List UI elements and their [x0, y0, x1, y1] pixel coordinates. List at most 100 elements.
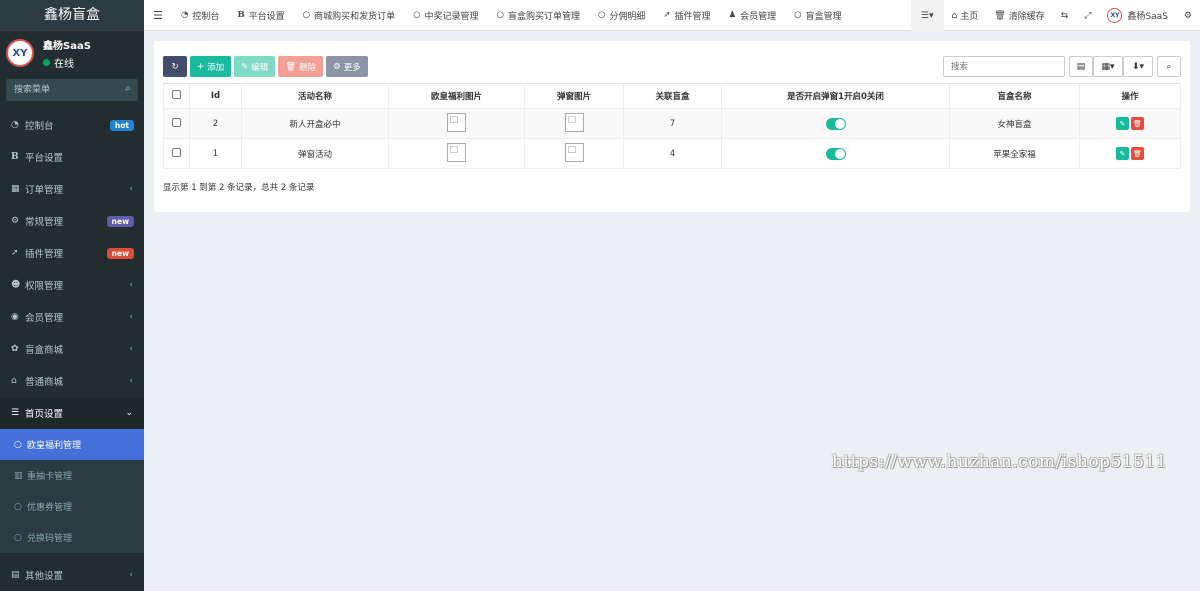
search-icon[interactable]: ⌕ [125, 83, 131, 94]
calculator-icon: ▦ [11, 184, 20, 194]
sidebar-item-blindbox-mall[interactable]: ✿ 盲盒商城 ‹ [0, 333, 144, 365]
menu-search-input[interactable] [6, 79, 138, 101]
cell-popup-image [524, 138, 624, 169]
table-row: 2 新人开盒必中 7 女神盲盒 ✎ 🗑 [163, 108, 1181, 139]
sidebar-item-dashboard[interactable]: ◔ 控制台 hot [0, 109, 144, 141]
sidebar-subitem-welfare[interactable]: ○ 欧皇福利管理 [0, 429, 144, 460]
tab-dashboard[interactable]: ◔ 控制台 [172, 0, 228, 31]
tab-mall-orders[interactable]: ○ 商城购买和发货订单 [294, 0, 404, 31]
table-view-icon[interactable]: ▤ [1069, 56, 1093, 77]
chevron-left-icon: ‹ [129, 280, 133, 290]
list-icon: ▤ [11, 570, 20, 580]
sidebar-subitem-coupon[interactable]: ○ 优惠券管理 [0, 491, 144, 522]
sidebar-subitem-redraw-card[interactable]: ▥ 重抽卡管理 [0, 460, 144, 491]
table-row: 1 弹窗活动 4 苹果全家福 ✎ 🗑 [163, 138, 1181, 169]
export-dropdown-icon[interactable]: ⬇▾ [1123, 56, 1153, 77]
table-search-input[interactable] [943, 56, 1065, 77]
row-checkbox[interactable] [172, 147, 181, 157]
cell-popup-image [524, 108, 624, 139]
broken-image-icon[interactable] [447, 112, 466, 132]
sidebar-item-members[interactable]: ◉ 会员管理 ‹ [0, 301, 144, 333]
cell-id: 1 [189, 138, 242, 169]
delete-button[interactable]: 🗑 删除 [278, 56, 324, 77]
tab-dropdown-button[interactable]: ☰▾ [910, 0, 944, 31]
content-panel: ↻ +添加 ✎编辑 🗑删除 ⚙更多 ▤ ▦▾ ⬇▾ ⌕ Id 活动名称 欧皇福利… [154, 41, 1190, 212]
tab-platform-settings[interactable]: B 平台设置 [228, 0, 293, 31]
sidebar-item-orders[interactable]: ▦ 订单管理 ‹ [0, 173, 144, 205]
circle-o-icon: ○ [413, 10, 421, 20]
cogs-icon: ⚙ [11, 216, 20, 226]
app-logo-title[interactable]: 鑫杨盲盒 [0, 0, 144, 31]
tab-plugins[interactable]: ➚ 插件管理 [654, 0, 719, 31]
tab-commission[interactable]: ○ 分佣明细 [589, 0, 654, 31]
cell-box-name: 女神盲盒 [949, 108, 1080, 139]
user-panel: XY 鑫杨SaaS 在线 [0, 31, 144, 75]
tab-prize-records[interactable]: ○ 中奖记录管理 [404, 0, 487, 31]
columns-dropdown-icon[interactable]: ▦▾ [1093, 56, 1123, 77]
row-delete-button[interactable]: 🗑 [1131, 147, 1144, 160]
select-all-checkbox[interactable] [172, 90, 181, 99]
broken-image-icon[interactable] [564, 142, 584, 162]
cell-welfare-image [388, 108, 525, 139]
popup-toggle[interactable] [825, 117, 846, 130]
sidebar-item-permissions[interactable]: ☻ 权限管理 ‹ [0, 269, 144, 301]
broken-image-icon[interactable] [564, 112, 584, 132]
row-edit-button[interactable]: ✎ [1116, 147, 1129, 160]
advanced-search-icon[interactable]: ⌕ [1157, 56, 1181, 77]
hot-badge: hot [109, 119, 134, 131]
sidebar-item-plugins[interactable]: ➚ 插件管理 new [0, 237, 144, 269]
circle-o-icon: ○ [794, 10, 802, 20]
chevron-left-icon: ‹ [129, 312, 133, 322]
col-welfare-image: 欧皇福利图片 [388, 83, 525, 109]
cell-box-name: 苹果全家福 [949, 138, 1080, 169]
chevron-down-icon: ⌄ [125, 408, 133, 418]
tab-blindbox[interactable]: ○ 盲盒管理 [785, 0, 850, 31]
sidebar: 鑫杨盲盒 XY 鑫杨SaaS 在线 ⌕ ◔控制台hot B平台设置 ▦订单管理‹… [0, 0, 144, 591]
cell-related-box: 7 [623, 108, 722, 139]
welfare-table: Id 活动名称 欧皇福利图片 弹窗图片 关联盲盒 是否开启弹窗1开启0关闭 盲盒… [163, 83, 1181, 169]
refresh-button[interactable]: ↻ [163, 56, 187, 77]
col-id[interactable]: Id [189, 83, 242, 109]
dashboard-icon: ◔ [11, 120, 19, 130]
sidebar-item-normal-mall[interactable]: ⌂ 普通商城 ‹ [0, 365, 144, 397]
online-dot-icon [43, 58, 50, 66]
col-operations: 操作 [1079, 83, 1181, 109]
add-button[interactable]: + 添加 [190, 56, 232, 77]
fullscreen-icon[interactable]: ⤢ [1076, 0, 1099, 31]
col-popup-switch[interactable]: 是否开启弹窗1开启0关闭 [721, 83, 950, 109]
language-icon[interactable]: ⇆ [1053, 0, 1077, 31]
col-box-name[interactable]: 盲盒名称 [949, 83, 1080, 109]
user-menu[interactable]: XY 鑫杨SaaS [1099, 0, 1175, 31]
col-related-box[interactable]: 关联盲盒 [623, 83, 722, 109]
col-popup-image: 弹窗图片 [524, 83, 624, 109]
row-delete-button[interactable]: 🗑 [1131, 117, 1144, 130]
home-icon: ⌂ [951, 10, 958, 21]
cell-popup-switch [721, 108, 950, 139]
cell-activity-name: 新人开盒必中 [241, 108, 389, 139]
edit-button[interactable]: ✎ 编辑 [234, 56, 276, 77]
row-edit-button[interactable]: ✎ [1116, 117, 1129, 130]
plus-icon: + [197, 61, 205, 72]
sidebar-item-platform[interactable]: B 平台设置 [0, 141, 144, 173]
sidebar-subitem-redeem-code[interactable]: ○ 兑换码管理 [0, 522, 144, 553]
user-name: 鑫杨SaaS [43, 40, 91, 52]
tab-blindbox-orders[interactable]: ○ 盲盒购买订单管理 [488, 0, 589, 31]
clear-cache-button[interactable]: 🗑 清除缓存 [986, 0, 1052, 31]
broken-image-icon[interactable] [447, 142, 466, 162]
more-button[interactable]: ⚙ 更多 [326, 56, 368, 77]
table-header-row: Id 活动名称 欧皇福利图片 弹窗图片 关联盲盒 是否开启弹窗1开启0关闭 盲盒… [163, 83, 1181, 109]
tab-members[interactable]: ♟ 会员管理 [720, 0, 786, 31]
sidebar-item-other-settings[interactable]: ▤ 其他设置 ‹ [0, 559, 144, 591]
menu-search: ⌕ [6, 79, 138, 101]
row-checkbox[interactable] [172, 117, 181, 127]
sidebar-item-home-settings[interactable]: ☰ 首页设置 ⌄ [0, 397, 144, 429]
settings-gear-icon[interactable]: ⚙ [1176, 0, 1200, 31]
sidebar-toggle-icon[interactable]: ☰ [144, 9, 172, 22]
sidebar-item-general[interactable]: ⚙ 常规管理 new [0, 205, 144, 237]
popup-toggle[interactable] [825, 147, 846, 160]
refresh-icon: ↻ [171, 61, 179, 72]
cell-welfare-image [388, 138, 525, 169]
col-activity-name[interactable]: 活动名称 [241, 83, 389, 109]
circle-o-icon: ○ [496, 10, 504, 20]
home-link[interactable]: ⌂ 主页 [944, 0, 987, 31]
